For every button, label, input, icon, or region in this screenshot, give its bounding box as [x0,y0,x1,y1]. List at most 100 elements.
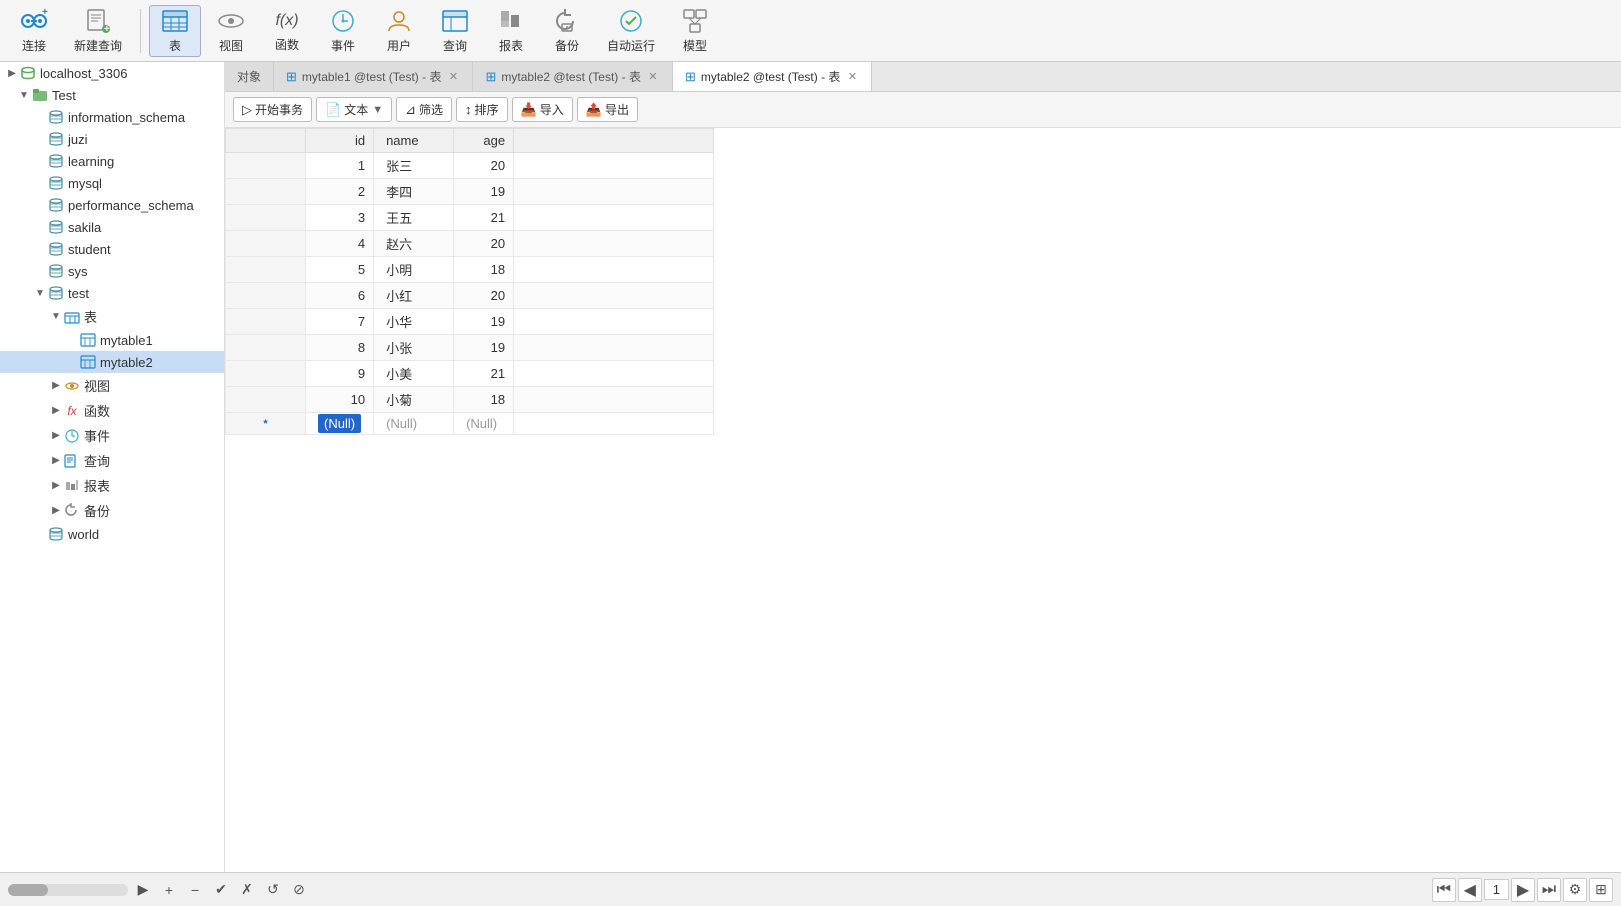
cell-age-9[interactable]: 18 [454,387,514,413]
sidebar-item-queries-folder[interactable]: ▶ 查询 [0,448,224,473]
table-row[interactable]: 7 小华 19 [226,309,714,335]
refresh-btn[interactable]: ↺ [262,879,284,901]
new-row-age[interactable]: (Null) [454,413,514,435]
toolbar-table[interactable]: 表 [149,5,201,57]
import-btn[interactable]: 📥 导入 [512,97,573,122]
settings-btn[interactable]: ⚙ [1563,878,1587,902]
cell-id-7[interactable]: 8 [306,335,374,361]
sidebar-item-reports-folder[interactable]: ▶ 报表 [0,473,224,498]
tab-mytable2-active[interactable]: ⊞ mytable2 @test (Test) - 表 ✕ [673,62,872,92]
cancel-btn[interactable]: ✗ [236,879,258,901]
cell-id-6[interactable]: 7 [306,309,374,335]
tab-mytable1-close[interactable]: ✕ [446,70,460,84]
table-row[interactable]: 2 李四 19 [226,179,714,205]
col-header-id[interactable]: id [306,129,374,153]
toolbar-view[interactable]: 视图 [205,5,257,57]
new-row-id[interactable]: (Null) [306,413,374,435]
table-row[interactable]: 10 小菊 18 [226,387,714,413]
sidebar-item-mytable1[interactable]: ▶ mytable1 [0,329,224,351]
sidebar-item-test-group[interactable]: ▼ Test [0,84,224,106]
begin-transaction-btn[interactable]: ▷ 开始事务 [233,97,312,122]
filter-btn[interactable]: ⊿ 筛选 [396,97,452,122]
toolbar-event[interactable]: 事件 [317,5,369,57]
text-btn[interactable]: 📄 文本 ▼ [316,97,392,122]
cell-name-4[interactable]: 小明 [374,257,454,283]
tab-mytable2-inactive-close[interactable]: ✕ [646,70,660,84]
cell-name-0[interactable]: 张三 [374,153,454,179]
sidebar-item-world[interactable]: ▶ world [0,523,224,545]
prev-page-btn[interactable]: ◀ [1458,878,1482,902]
tab-mytable1[interactable]: ⊞ mytable1 @test (Test) - 表 ✕ [274,62,473,91]
cell-id-1[interactable]: 2 [306,179,374,205]
sidebar-item-juzi[interactable]: ▶ juzi [0,128,224,150]
sidebar-item-views-folder[interactable]: ▶ 视图 [0,373,224,398]
next-page-btn[interactable]: ▶ [1511,878,1535,902]
toolbar-function[interactable]: f(x) 函数 [261,5,313,57]
toolbar-report[interactable]: 报表 [485,5,537,57]
cell-age-3[interactable]: 20 [454,231,514,257]
cell-name-2[interactable]: 王五 [374,205,454,231]
toolbar-autorun[interactable]: 自动运行 [597,5,665,57]
cell-id-8[interactable]: 9 [306,361,374,387]
sidebar-item-student[interactable]: ▶ student [0,238,224,260]
sidebar-item-localhost[interactable]: ▶ localhost_3306 [0,62,224,84]
sidebar-item-information-schema[interactable]: ▶ information_schema [0,106,224,128]
col-header-name[interactable]: name [374,129,454,153]
sort-btn[interactable]: ↕ 排序 [456,97,508,122]
first-page-btn[interactable]: ⏮ [1432,878,1456,902]
confirm-btn[interactable]: ✔ [210,879,232,901]
cell-id-9[interactable]: 10 [306,387,374,413]
cell-id-5[interactable]: 6 [306,283,374,309]
toggle-views[interactable]: ▶ [48,378,64,394]
sidebar-item-sys[interactable]: ▶ sys [0,260,224,282]
cell-name-1[interactable]: 李四 [374,179,454,205]
toolbar-connect[interactable]: + 连接 [8,5,60,57]
cell-name-3[interactable]: 赵六 [374,231,454,257]
sidebar-item-mysql[interactable]: ▶ mysql [0,172,224,194]
toggle-events[interactable]: ▶ [48,428,64,444]
sidebar-item-performance-schema[interactable]: ▶ performance_schema [0,194,224,216]
sidebar-item-tables-folder[interactable]: ▼ 表 [0,304,224,329]
cell-id-3[interactable]: 4 [306,231,374,257]
sidebar-item-mytable2[interactable]: ▶ mytable2 [0,351,224,373]
scroll-bar[interactable] [8,884,128,896]
table-row[interactable]: 5 小明 18 [226,257,714,283]
cell-name-7[interactable]: 小张 [374,335,454,361]
sidebar-item-test[interactable]: ▼ test [0,282,224,304]
toggle-tables[interactable]: ▼ [48,309,64,325]
page-number[interactable]: 1 [1484,879,1509,900]
cell-age-6[interactable]: 19 [454,309,514,335]
cell-age-7[interactable]: 19 [454,335,514,361]
table-row[interactable]: 3 王五 21 [226,205,714,231]
export-btn[interactable]: 📤 导出 [577,97,638,122]
table-row[interactable]: 8 小张 19 [226,335,714,361]
table-row[interactable]: 9 小美 21 [226,361,714,387]
toolbar-new-query[interactable]: + 新建查询 [64,5,132,57]
sidebar-item-learning[interactable]: ▶ learning [0,150,224,172]
tab-mytable2-active-close[interactable]: ✕ [845,70,859,84]
sidebar-item-sakila[interactable]: ▶ sakila [0,216,224,238]
toggle-test-group[interactable]: ▼ [16,87,32,103]
sidebar-item-events-folder[interactable]: ▶ 事件 [0,423,224,448]
sidebar-item-funcs-folder[interactable]: ▶ fx 函数 [0,398,224,423]
toolbar-backup[interactable]: 备份 [541,5,593,57]
toggle-funcs[interactable]: ▶ [48,403,64,419]
toggle-test[interactable]: ▼ [32,285,48,301]
remove-row-btn[interactable]: − [184,879,206,901]
last-page-btn[interactable]: ⏭ [1537,878,1561,902]
cell-age-1[interactable]: 19 [454,179,514,205]
new-row-name[interactable]: (Null) [374,413,454,435]
sidebar-item-backup-folder[interactable]: ▶ 备份 [0,498,224,523]
toggle-localhost[interactable]: ▶ [4,65,20,81]
table-new-row[interactable]: * (Null) (Null) (Null) [226,413,714,435]
grid-view-btn[interactable]: ⊞ [1589,878,1613,902]
toolbar-model[interactable]: 模型 [669,5,721,57]
cell-age-4[interactable]: 18 [454,257,514,283]
toggle-backup[interactable]: ▶ [48,503,64,519]
toolbar-user[interactable]: 用户 [373,5,425,57]
cell-name-8[interactable]: 小美 [374,361,454,387]
cell-name-6[interactable]: 小华 [374,309,454,335]
toggle-reports[interactable]: ▶ [48,478,64,494]
cell-id-0[interactable]: 1 [306,153,374,179]
table-row[interactable]: 6 小红 20 [226,283,714,309]
